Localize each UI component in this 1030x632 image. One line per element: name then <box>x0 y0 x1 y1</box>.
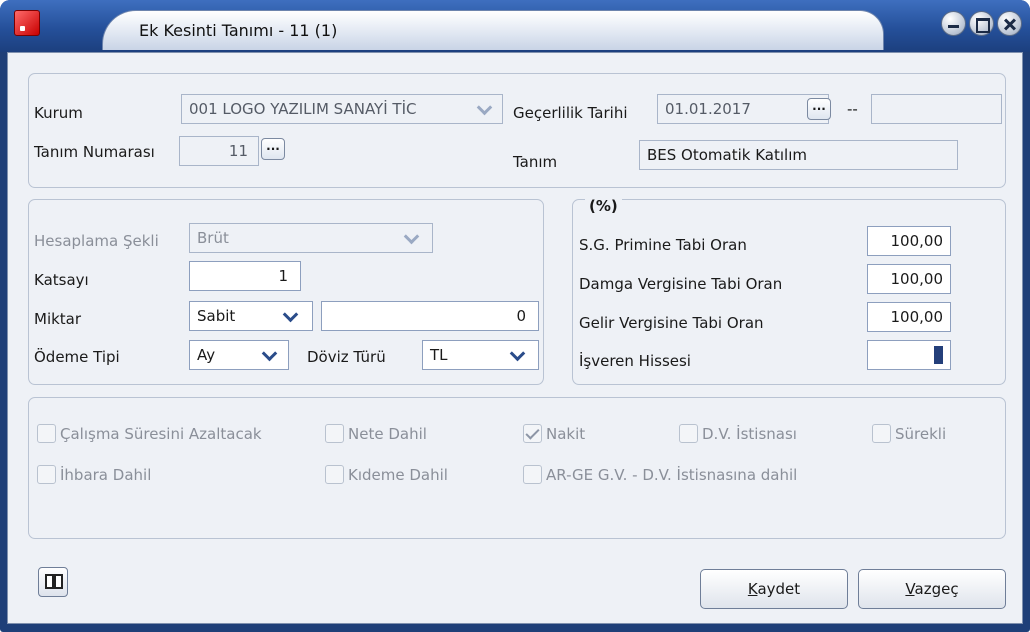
miktar-type-dropdown-icon[interactable] <box>280 302 304 330</box>
katsayi-value: 1 <box>278 267 288 285</box>
doviz-dropdown-icon[interactable] <box>507 341 531 369</box>
window-controls <box>941 11 1022 36</box>
dialog-window: Ek Kesinti Tanımı - 11 (1) Kurum 001 LOG… <box>0 0 1030 632</box>
app-logo-icon[interactable] <box>14 10 40 36</box>
hesaplama-select[interactable]: Brüt <box>189 223 433 253</box>
miktar-type-value: Sabit <box>197 307 236 325</box>
sg-oran-label: S.G. Primine Tabi Oran <box>579 236 747 254</box>
dv-istisnasi-checkbox[interactable]: D.V. İstisnası <box>679 424 797 443</box>
save-label: aydet <box>757 580 801 598</box>
cancel-button[interactable]: Vazgeç <box>858 569 1006 609</box>
tanim-label: Tanım <box>513 153 558 171</box>
gecerlilik-end-field[interactable] <box>871 94 1002 124</box>
dv-istisnasi-checkbox-box[interactable] <box>679 424 698 443</box>
doviz-value: TL <box>430 346 448 364</box>
gelir-oran-label: Gelir Vergisine Tabi Oran <box>579 314 764 332</box>
cancel-label: azgeç <box>914 580 959 598</box>
damga-oran-label: Damga Vergisine Tabi Oran <box>579 275 783 293</box>
tanim-field[interactable]: BES Otomatik Katılım <box>639 140 958 170</box>
rates-title: (%) <box>585 197 622 215</box>
ihbara-checkbox-box[interactable] <box>37 465 56 484</box>
dv-istisnasi-label: D.V. İstisnası <box>702 424 797 443</box>
nete-checkbox-box[interactable] <box>325 424 344 443</box>
nete-checkbox[interactable]: Nete Dahil <box>325 424 427 443</box>
dialog-body: Kurum 001 LOGO YAZILIM SANAYİ TİC Geçerl… <box>7 52 1023 624</box>
save-mnemonic: K <box>747 580 758 598</box>
hesaplama-dropdown-icon[interactable] <box>401 224 425 252</box>
copy-pages-icon[interactable] <box>38 567 68 597</box>
ihbara-checkbox[interactable]: İhbara Dahil <box>37 465 151 484</box>
katsayi-label: Katsayı <box>34 271 89 289</box>
doviz-label: Döviz Türü <box>307 348 386 366</box>
kideme-label: Kıdeme Dahil <box>348 465 448 484</box>
tanim-no-field[interactable]: 11 <box>179 136 259 166</box>
gelir-oran-field[interactable]: 100,00 <box>867 302 951 332</box>
gecerlilik-separator: -- <box>847 100 858 118</box>
kurum-label: Kurum <box>34 104 83 122</box>
miktar-label: Miktar <box>34 310 82 328</box>
kurum-value: 001 LOGO YAZILIM SANAYİ TİC <box>189 100 417 118</box>
miktar-value: 0 <box>516 307 526 325</box>
close-icon[interactable] <box>997 11 1022 36</box>
calisma-checkbox-box[interactable] <box>37 424 56 443</box>
nakit-label: Nakit <box>546 424 586 443</box>
isveren-label: İşveren Hissesi <box>579 352 691 370</box>
arge-checkbox-box[interactable] <box>523 465 542 484</box>
miktar-value-field[interactable]: 0 <box>321 301 539 331</box>
gelir-oran-value: 100,00 <box>890 308 944 326</box>
arge-label: AR-GE G.V. - D.V. İstisnasına dahil <box>546 465 798 484</box>
katsayi-field[interactable]: 1 <box>189 261 301 291</box>
hesaplama-label: Hesaplama Şekli <box>34 232 159 250</box>
window-title: Ek Kesinti Tanımı - 11 (1) <box>102 10 884 50</box>
tanim-value: BES Otomatik Katılım <box>647 146 807 164</box>
rates-panel: (%) S.G. Primine Tabi Oran 100,00 Damga … <box>572 197 1006 385</box>
text-cursor <box>934 346 943 364</box>
isveren-field[interactable] <box>867 340 951 370</box>
odeme-value: Ay <box>197 346 216 364</box>
arge-checkbox[interactable]: AR-GE G.V. - D.V. İstisnasına dahil <box>523 465 797 484</box>
tanim-no-ellipsis-button[interactable]: ... <box>261 138 285 160</box>
gecerlilik-value: 01.01.2017 <box>665 100 751 118</box>
options-panel: Çalışma Süresini Azaltacak Nete Dahil Na… <box>28 397 1006 539</box>
sg-oran-value: 100,00 <box>890 232 944 250</box>
header-panel: Kurum 001 LOGO YAZILIM SANAYİ TİC Geçerl… <box>28 73 1006 188</box>
nete-label: Nete Dahil <box>348 424 427 443</box>
gecerlilik-date-field[interactable]: 01.01.2017 <box>657 94 829 124</box>
save-button[interactable]: Kaydet <box>700 569 848 609</box>
nakit-checkbox-box[interactable] <box>523 424 542 443</box>
odeme-label: Ödeme Tipi <box>34 348 120 366</box>
ihbara-label: İhbara Dahil <box>60 465 152 484</box>
damga-oran-value: 100,00 <box>890 270 944 288</box>
surekli-label: Sürekli <box>895 424 947 443</box>
maximize-icon[interactable] <box>969 11 994 36</box>
kurum-dropdown-icon[interactable] <box>474 95 498 123</box>
nakit-checkbox[interactable]: Nakit <box>523 424 585 443</box>
sg-oran-field[interactable]: 100,00 <box>867 226 951 256</box>
odeme-dropdown-icon[interactable] <box>259 341 283 369</box>
tanim-no-value: 11 <box>228 142 248 160</box>
minimize-icon[interactable] <box>941 11 966 36</box>
tanim-no-label: Tanım Numarası <box>34 143 155 161</box>
cancel-mnemonic: V <box>905 580 915 598</box>
calisma-checkbox[interactable]: Çalışma Süresini Azaltacak <box>37 424 262 443</box>
kideme-checkbox[interactable]: Kıdeme Dahil <box>325 465 448 484</box>
gecerlilik-label: Geçerlilik Tarihi <box>513 104 628 122</box>
surekli-checkbox[interactable]: Sürekli <box>872 424 946 443</box>
hesaplama-value: Brüt <box>197 229 229 247</box>
calisma-label: Çalışma Süresini Azaltacak <box>60 424 262 443</box>
surekli-checkbox-box[interactable] <box>872 424 891 443</box>
kideme-checkbox-box[interactable] <box>325 465 344 484</box>
damga-oran-field[interactable]: 100,00 <box>867 264 951 294</box>
kurum-select[interactable]: 001 LOGO YAZILIM SANAYİ TİC <box>181 94 503 124</box>
gecerlilik-ellipsis-button[interactable]: ... <box>807 98 831 120</box>
calc-panel: Hesaplama Şekli Brüt Katsayı 1 Miktar Sa… <box>28 199 544 385</box>
title-bar[interactable]: Ek Kesinti Tanımı - 11 (1) <box>0 0 1030 52</box>
